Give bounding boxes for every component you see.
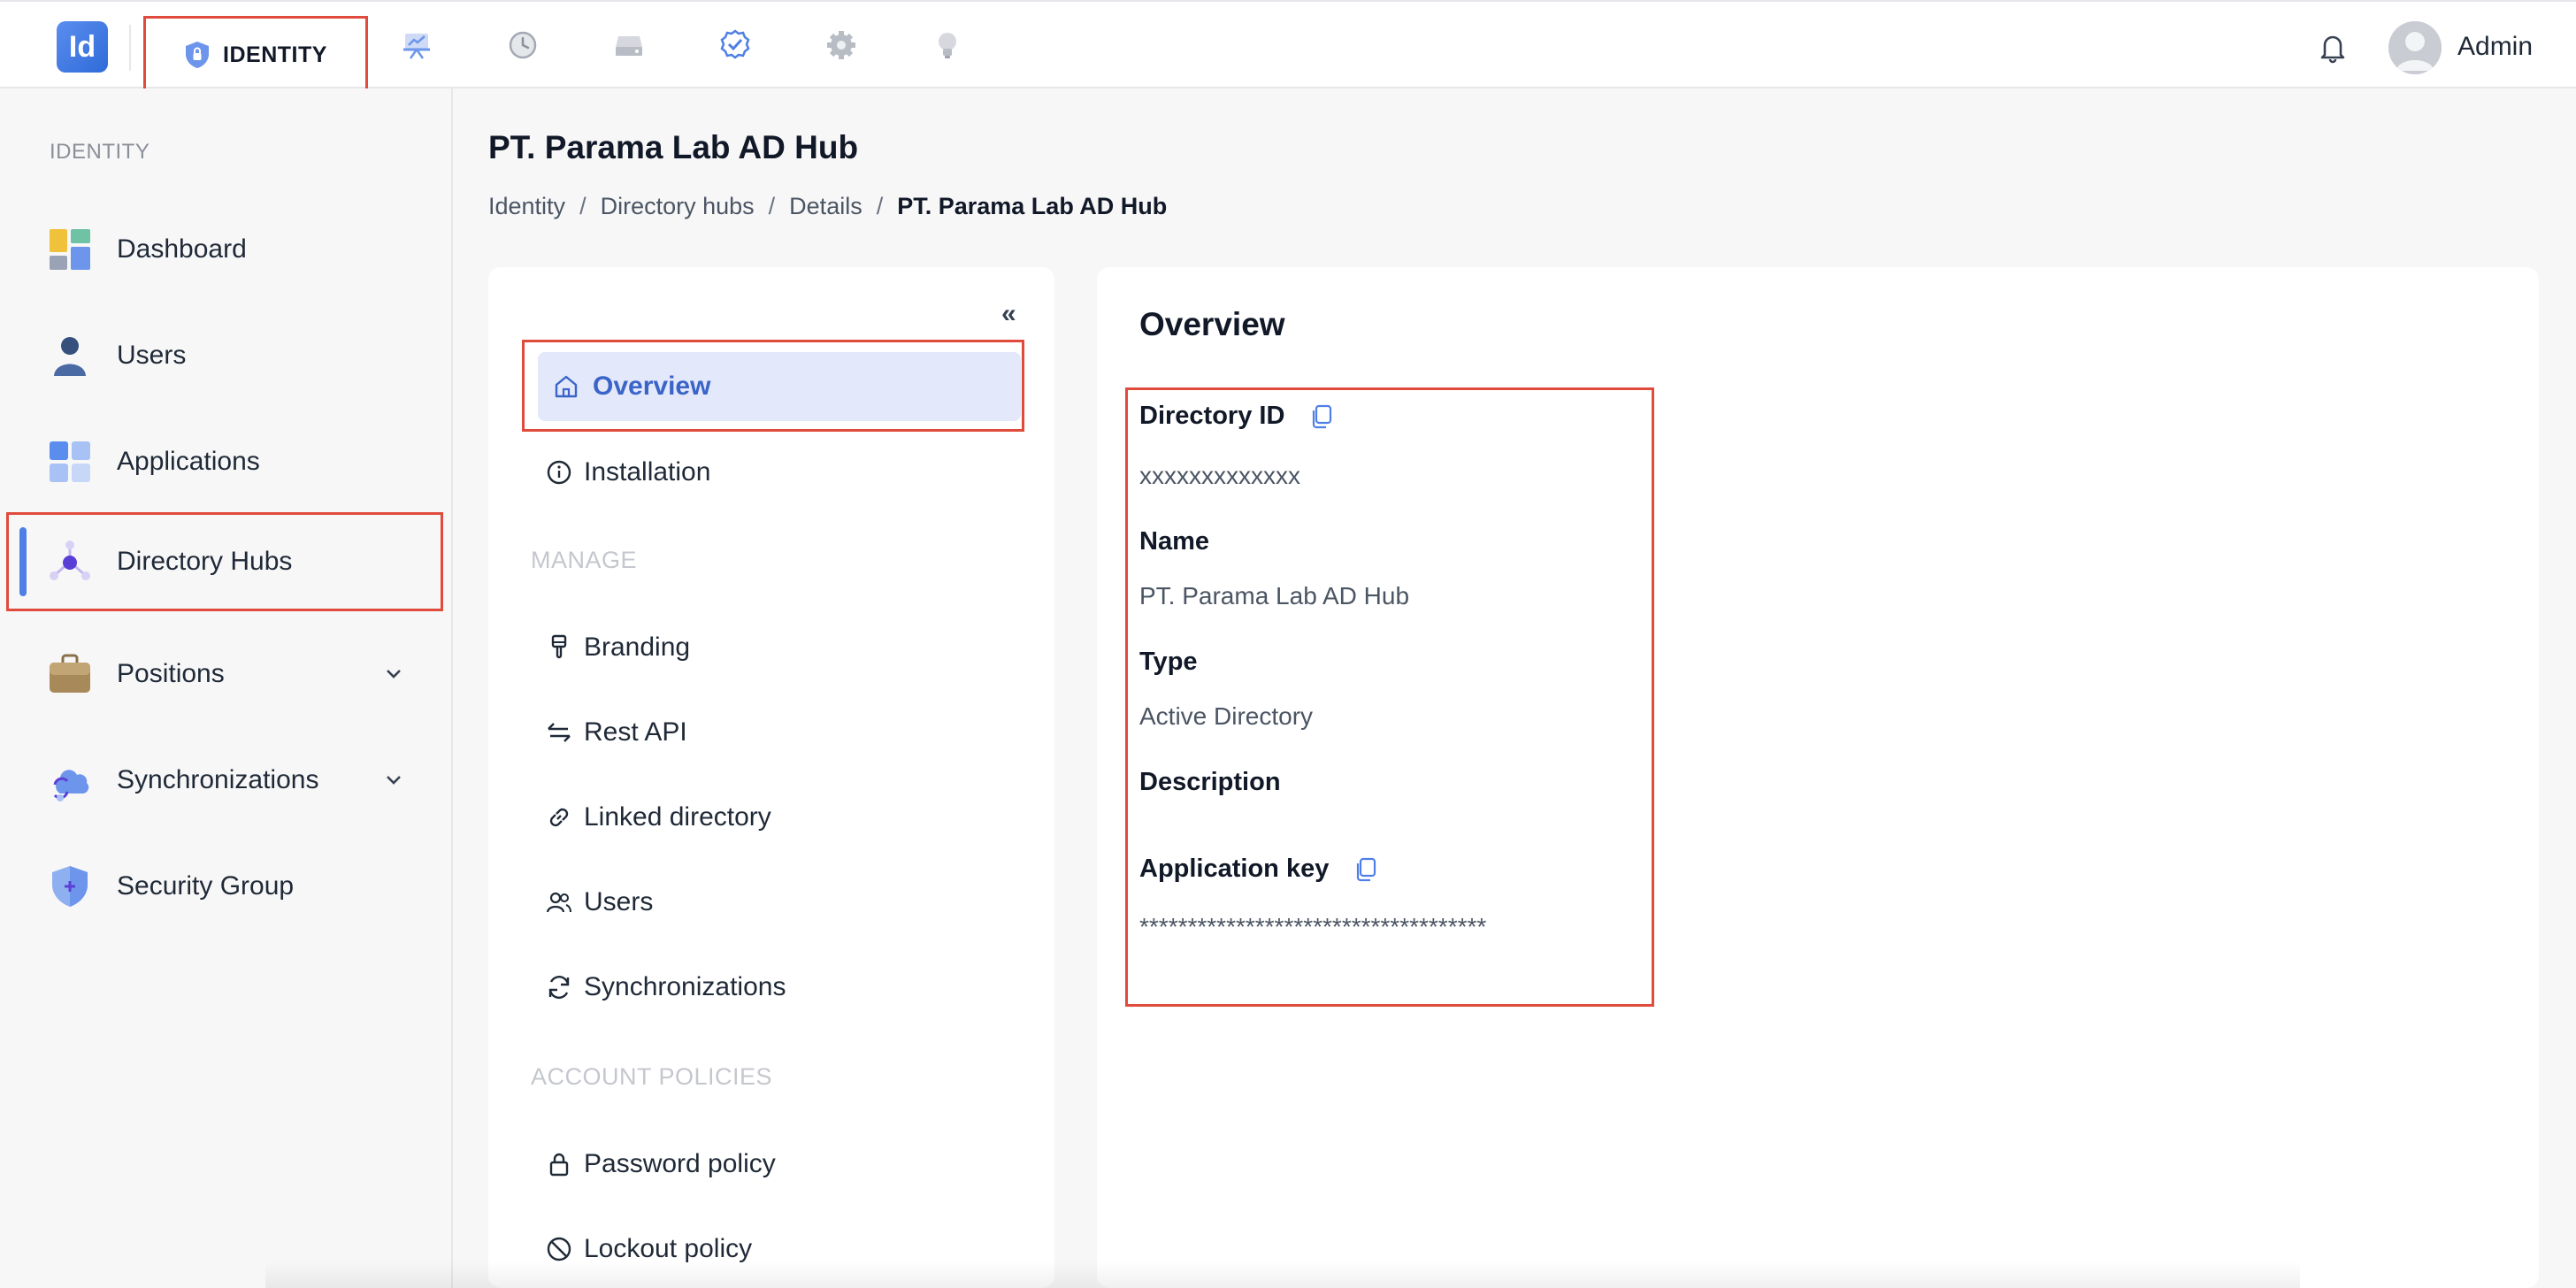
- home-icon: [552, 372, 580, 401]
- sidebar-item-synchronizations[interactable]: Synchronizations: [0, 734, 453, 826]
- name-label: Name: [1139, 527, 1209, 556]
- breadcrumb-current: PT. Parama Lab AD Hub: [897, 193, 1168, 219]
- sidebar-item-label: Dashboard: [117, 234, 247, 264]
- applications-icon: [48, 440, 92, 484]
- sidebar-item-dashboard[interactable]: Dashboard: [0, 203, 453, 295]
- field-label: Application key: [1139, 855, 1330, 883]
- breadcrumb-separator: /: [768, 193, 776, 219]
- sidebar-item-label: Applications: [117, 447, 260, 476]
- submenu-item-branding[interactable]: Branding: [527, 612, 1005, 683]
- bottom-shadow: [265, 1261, 2300, 1288]
- submenu-item-installation[interactable]: Installation: [527, 437, 1005, 508]
- breadcrumb-details[interactable]: Details: [789, 193, 862, 220]
- application-key-label: Application key: [1139, 855, 1380, 884]
- breadcrumb: Identity / Directory hubs / Details / PT…: [488, 193, 1167, 220]
- active-indicator: [19, 527, 27, 596]
- copy-icon[interactable]: [1307, 402, 1336, 431]
- type-label: Type: [1139, 648, 1198, 677]
- sidebar-item-label: Users: [117, 341, 187, 370]
- history-icon[interactable]: [502, 25, 543, 65]
- submenu-item-label: Rest API: [584, 717, 687, 747]
- submenu-item-label: Installation: [584, 457, 711, 487]
- breadcrumb-directory-hubs[interactable]: Directory hubs: [601, 193, 755, 220]
- submenu-section-manage: MANAGE: [531, 547, 638, 573]
- field-label: Type: [1139, 648, 1198, 676]
- submenu-item-label: Password policy: [584, 1149, 776, 1178]
- arrows-icon: [545, 718, 573, 747]
- field-label: Directory ID: [1139, 402, 1285, 430]
- top-bar: Id IDENTITY Admin: [0, 0, 2576, 124]
- submenu-item-users[interactable]: Users: [527, 867, 1005, 938]
- directory-id-value: xxxxxxxxxxxxx: [1139, 462, 1300, 489]
- gear-icon[interactable]: [821, 25, 862, 65]
- sidebar-section-title: IDENTITY: [50, 140, 150, 164]
- overview-title: Overview: [1139, 306, 1285, 342]
- ban-icon: [545, 1235, 573, 1263]
- breadcrumb-separator: /: [876, 193, 884, 219]
- user-icon: [48, 334, 92, 378]
- submenu-item-label: Users: [584, 887, 654, 916]
- submenu-item-label: Branding: [584, 632, 691, 662]
- user-name[interactable]: Admin: [2457, 32, 2533, 62]
- logo-divider: [129, 25, 131, 71]
- info-icon: [545, 458, 573, 487]
- type-value: Active Directory: [1139, 702, 1314, 730]
- breadcrumb-identity[interactable]: Identity: [488, 193, 565, 220]
- lightbulb-icon[interactable]: [927, 25, 968, 65]
- collapse-icon[interactable]: «: [1001, 299, 1016, 329]
- chevron-down-icon[interactable]: [380, 767, 407, 794]
- sidebar-item-label: Directory Hubs: [117, 547, 293, 576]
- breadcrumb-separator: /: [579, 193, 586, 219]
- lock-icon: [545, 1150, 573, 1178]
- chevron-down-icon[interactable]: [380, 661, 407, 687]
- users-icon: [545, 888, 573, 916]
- sidebar: IDENTITY Dashboard Users Applications Di…: [0, 88, 453, 1288]
- application-key-value: ************************************: [1139, 913, 1487, 940]
- avatar[interactable]: [2388, 21, 2442, 74]
- sidebar-item-directory-hubs[interactable]: Directory Hubs: [6, 512, 443, 611]
- sidebar-item-users[interactable]: Users: [0, 310, 453, 402]
- sidebar-item-label: Security Group: [117, 871, 295, 901]
- submenu-item-label: Synchronizations: [584, 972, 786, 1001]
- sidebar-item-positions[interactable]: Positions: [0, 628, 453, 720]
- hub-icon: [48, 540, 92, 584]
- submenu-item-label: Linked directory: [584, 802, 771, 832]
- submenu-item-label: Lockout policy: [584, 1234, 753, 1263]
- submenu-item-synchronizations[interactable]: Synchronizations: [527, 952, 1005, 1023]
- storage-icon[interactable]: [609, 25, 649, 65]
- dashboard-icon: [48, 227, 92, 272]
- shield-plus-icon: [48, 864, 92, 908]
- sidebar-item-security-group[interactable]: Security Group: [0, 840, 453, 932]
- check-badge-icon[interactable]: [715, 25, 755, 65]
- shield-icon: [184, 41, 211, 69]
- field-label: Name: [1139, 527, 1209, 556]
- app-logo[interactable]: Id: [57, 21, 108, 73]
- presentation-icon[interactable]: [396, 25, 437, 65]
- submenu-item-label: Overview: [593, 372, 711, 401]
- submenu-item-linked-directory[interactable]: Linked directory: [527, 782, 1005, 853]
- submenu-item-overview[interactable]: Overview: [538, 352, 1021, 421]
- submenu-section-account-policies: ACCOUNT POLICIES: [531, 1063, 773, 1090]
- submenu-item-rest-api[interactable]: Rest API: [527, 697, 1005, 768]
- link-icon: [545, 803, 573, 832]
- page-title: PT. Parama Lab AD Hub: [488, 129, 859, 165]
- overview-panel: Overview Directory ID xxxxxxxxxxxxx Name…: [1097, 267, 2539, 1288]
- brush-icon: [545, 633, 573, 662]
- submenu-item-password-policy[interactable]: Password policy: [527, 1129, 1005, 1200]
- cloud-sync-icon: [48, 758, 92, 802]
- field-label: Description: [1139, 768, 1281, 796]
- copy-icon[interactable]: [1352, 855, 1380, 884]
- sidebar-item-label: Positions: [117, 659, 225, 688]
- sidebar-item-label: Synchronizations: [117, 765, 319, 794]
- name-value: PT. Parama Lab AD Hub: [1139, 582, 1410, 610]
- tab-identity-label: IDENTITY: [223, 42, 327, 67]
- detail-submenu-panel: « Overview Installation MANAGE Branding …: [488, 267, 1054, 1288]
- directory-id-label: Directory ID: [1139, 402, 1336, 431]
- bell-icon[interactable]: [2312, 27, 2353, 67]
- briefcase-icon: [48, 652, 92, 696]
- sidebar-item-applications[interactable]: Applications: [0, 416, 453, 508]
- sync-icon: [545, 973, 573, 1001]
- description-label: Description: [1139, 768, 1281, 797]
